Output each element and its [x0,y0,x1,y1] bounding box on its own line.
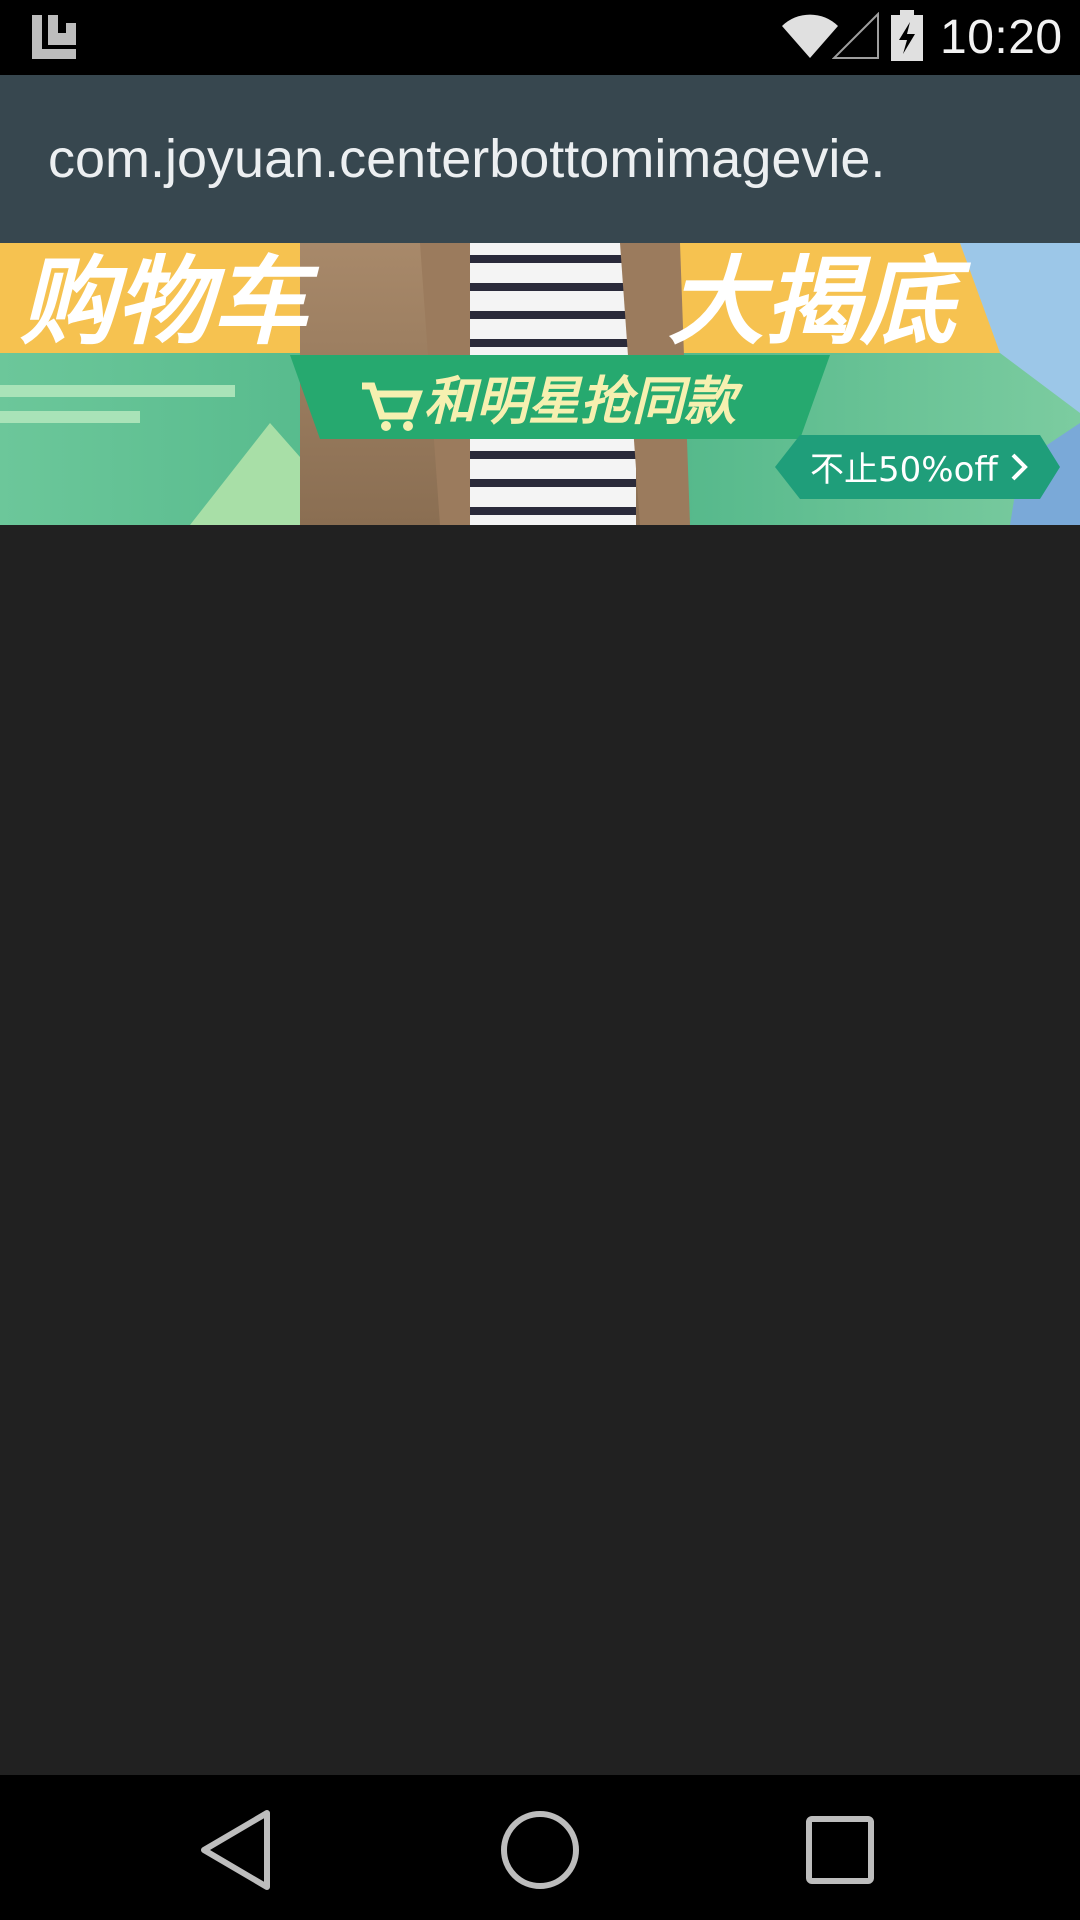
home-icon[interactable] [495,1805,585,1895]
battery-charging-icon [891,10,923,61]
recents-icon[interactable] [795,1805,885,1895]
status-time: 10:20 [940,11,1063,64]
banner-badge: 不止50%off [810,450,999,490]
content-area [0,525,1080,1775]
app-bar: com.joyuan.centerbottomimagevie. [0,75,1080,243]
signal-icon [832,12,879,59]
banner-headline-left: 购物车 [20,246,320,358]
banner-subtitle: 和明星抢同款 [424,372,744,432]
banner-image: 购物车 大揭底 和明星抢同款 不止50%off [0,243,1080,525]
back-icon[interactable] [192,1805,282,1895]
page-title: com.joyuan.centerbottomimagevie. [48,129,886,189]
status-bar: 10:20 [0,0,1080,75]
promo-banner[interactable]: 购物车 大揭底 和明星抢同款 不止50%off [0,243,1080,525]
wifi-icon [782,14,838,59]
navigation-bar [0,1775,1080,1920]
notification-app-icon [32,15,76,59]
banner-headline-right: 大揭底 [668,246,972,358]
